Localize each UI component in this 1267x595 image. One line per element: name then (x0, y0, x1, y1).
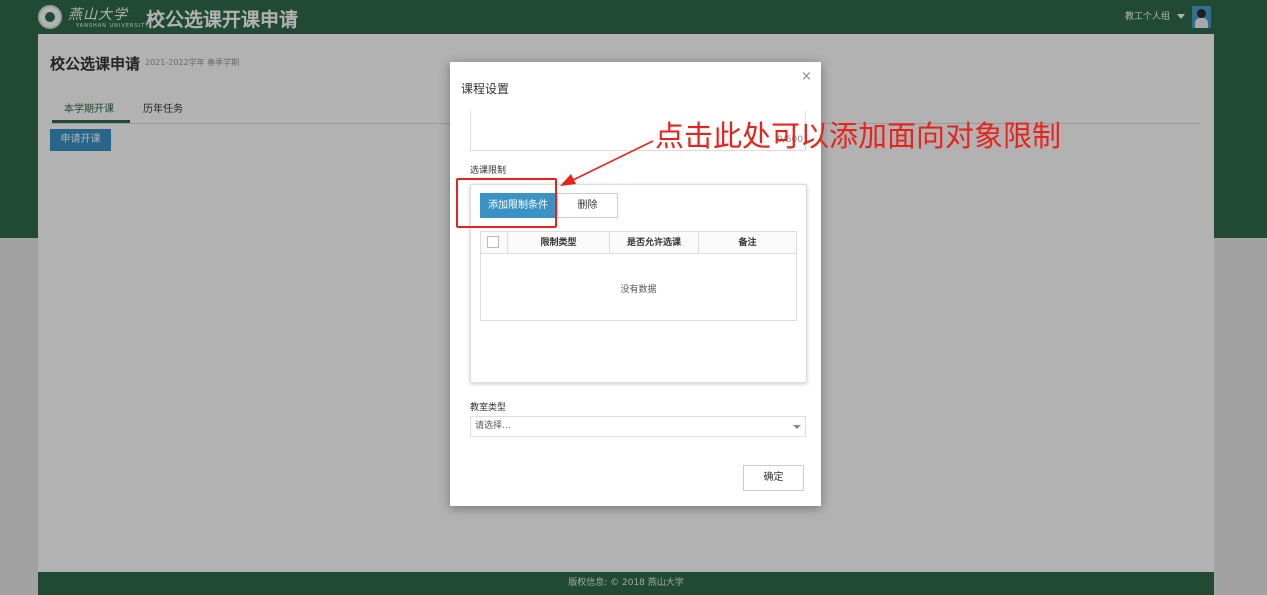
annotation-arrow (560, 140, 654, 186)
annotation-callout-text: 点击此处可以添加面向对象限制 (655, 119, 1062, 153)
